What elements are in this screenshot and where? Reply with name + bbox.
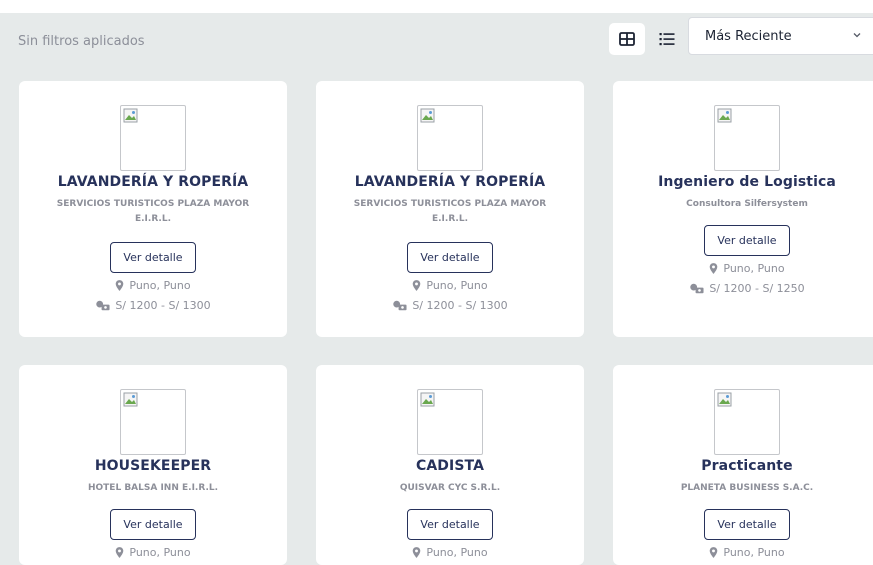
location-pin-icon bbox=[413, 547, 421, 558]
location-pin-icon bbox=[710, 263, 718, 274]
job-card: LAVANDERÍA Y ROPERÍA SERVICIOS TURISTICO… bbox=[316, 81, 584, 337]
job-title: LAVANDERÍA Y ROPERÍA bbox=[354, 174, 546, 190]
salary-line: S/ 1200 - S/ 1250 bbox=[613, 282, 873, 295]
company-name: PLANETA BUSINESS S.A.C. bbox=[680, 483, 814, 493]
company-name: SERVICIOS TURISTICOS PLAZA MAYOR E.I.R.L… bbox=[353, 199, 547, 224]
broken-image-icon bbox=[123, 392, 138, 407]
broken-image-icon bbox=[420, 392, 435, 407]
job-card: Practicante PLANETA BUSINESS S.A.C. Ver … bbox=[613, 365, 873, 565]
company-logo bbox=[417, 105, 483, 171]
chevron-down-icon bbox=[853, 33, 861, 38]
grid-icon bbox=[619, 32, 635, 46]
view-detail-button[interactable]: Ver detalle bbox=[407, 509, 493, 540]
job-title: Ingeniero de Logistica bbox=[658, 174, 836, 190]
money-icon bbox=[96, 300, 110, 311]
broken-image-icon bbox=[717, 108, 732, 123]
job-title: HOUSEKEEPER bbox=[94, 458, 212, 474]
job-title: Practicante bbox=[701, 458, 793, 474]
job-title: LAVANDERÍA Y ROPERÍA bbox=[57, 174, 249, 190]
view-detail-button[interactable]: Ver detalle bbox=[110, 242, 196, 273]
view-detail-button[interactable]: Ver detalle bbox=[704, 509, 790, 540]
company-name: QUISVAR CYC S.R.L. bbox=[399, 483, 501, 493]
company-name: SERVICIOS TURISTICOS PLAZA MAYOR E.I.R.L… bbox=[56, 199, 250, 224]
salary-line: S/ 1200 - S/ 1300 bbox=[316, 299, 584, 312]
filter-status: Sin filtros aplicados bbox=[18, 34, 145, 49]
location-pin-icon bbox=[710, 547, 718, 558]
location-pin-icon bbox=[413, 280, 421, 291]
company-logo bbox=[417, 389, 483, 455]
location-line: Puno, Puno bbox=[613, 546, 873, 559]
job-card: Ingeniero de Logistica Consultora Silfer… bbox=[613, 81, 873, 337]
money-icon bbox=[393, 300, 407, 311]
list-view-button[interactable] bbox=[649, 23, 685, 55]
sort-select[interactable]: Más Reciente bbox=[688, 17, 873, 55]
company-name: Consultora Silfersystem bbox=[686, 199, 808, 209]
view-detail-button[interactable]: Ver detalle bbox=[407, 242, 493, 273]
sort-selected-label: Más Reciente bbox=[705, 28, 792, 44]
top-strip bbox=[0, 0, 873, 13]
broken-image-icon bbox=[717, 392, 732, 407]
job-card: HOUSEKEEPER HOTEL BALSA INN E.I.R.L. Ver… bbox=[19, 365, 287, 565]
company-logo bbox=[120, 389, 186, 455]
location-line: Puno, Puno bbox=[19, 546, 287, 559]
company-logo bbox=[714, 105, 780, 171]
broken-image-icon bbox=[420, 108, 435, 123]
company-name: HOTEL BALSA INN E.I.R.L. bbox=[87, 483, 219, 493]
grid-view-button[interactable] bbox=[609, 23, 645, 55]
broken-image-icon bbox=[123, 108, 138, 123]
location-line: Puno, Puno bbox=[316, 279, 584, 292]
job-card: LAVANDERÍA Y ROPERÍA SERVICIOS TURISTICO… bbox=[19, 81, 287, 337]
location-pin-icon bbox=[116, 280, 124, 291]
job-title: CADISTA bbox=[415, 458, 485, 474]
view-detail-button[interactable]: Ver detalle bbox=[110, 509, 196, 540]
location-line: Puno, Puno bbox=[19, 279, 287, 292]
location-pin-icon bbox=[116, 547, 124, 558]
location-line: Puno, Puno bbox=[316, 546, 584, 559]
job-card: CADISTA QUISVAR CYC S.R.L. Ver detalle P… bbox=[316, 365, 584, 565]
salary-line: S/ 1200 - S/ 1300 bbox=[19, 299, 287, 312]
company-logo bbox=[714, 389, 780, 455]
company-logo bbox=[120, 105, 186, 171]
view-detail-button[interactable]: Ver detalle bbox=[704, 225, 790, 256]
list-icon bbox=[659, 33, 675, 46]
location-line: Puno, Puno bbox=[613, 262, 873, 275]
money-icon bbox=[690, 283, 704, 294]
